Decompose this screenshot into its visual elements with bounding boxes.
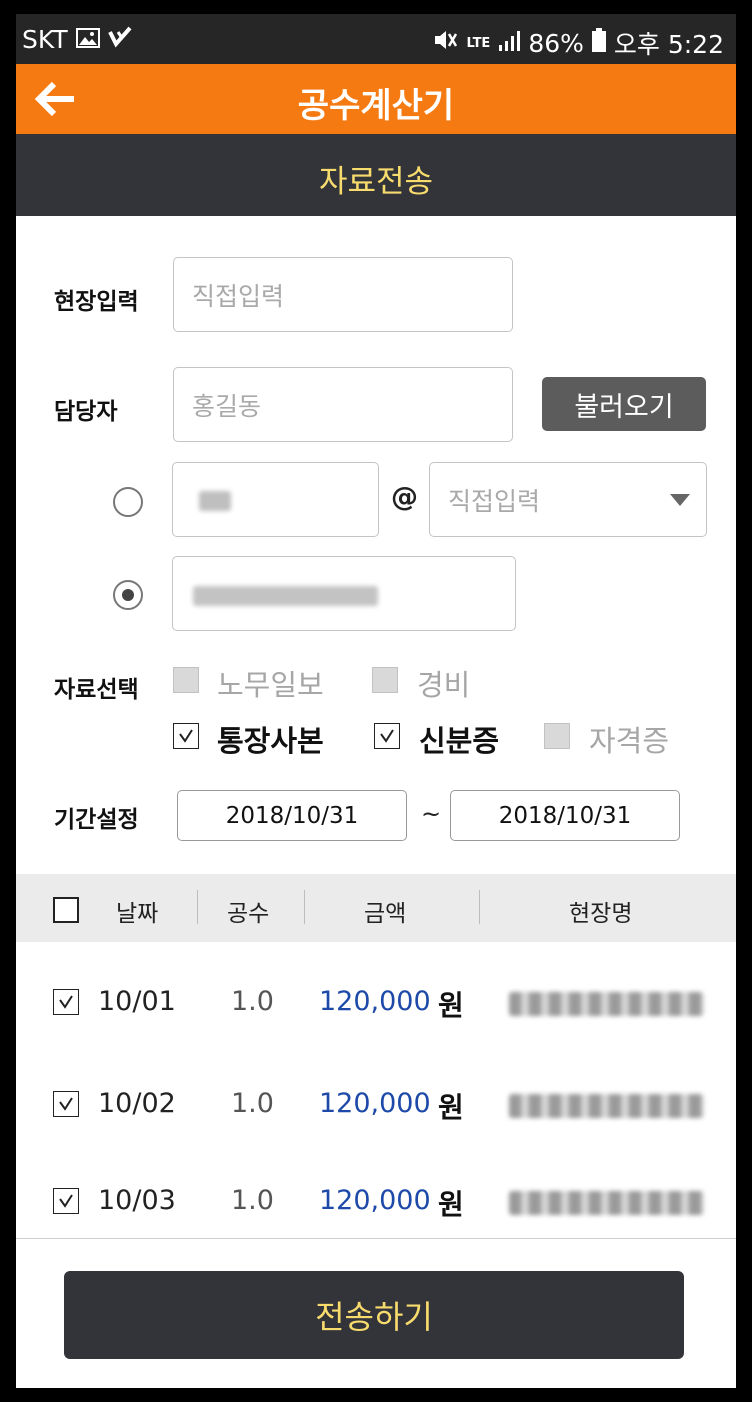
redacted-site-name [509, 1094, 704, 1118]
redacted-site-name [509, 992, 704, 1016]
option-id-card-label: 신분증 [419, 724, 500, 758]
send-button[interactable]: 전송하기 [64, 1271, 684, 1359]
clock: 오후 5:22 [613, 30, 724, 59]
redacted-site-name [509, 1191, 704, 1215]
row-date: 10/02 [98, 1088, 176, 1119]
check-icon [179, 729, 193, 743]
status-right: LTE 86% 오후 5:22 [432, 25, 724, 61]
header-divider [304, 890, 305, 924]
app-title: 공수계산기 [297, 86, 455, 126]
row-gongsu: 1.0 [231, 986, 274, 1017]
table-header: 날짜 공수 금액 현장명 [16, 874, 736, 942]
battery-percent: 86% [528, 28, 584, 58]
row-date: 10/03 [98, 1185, 176, 1216]
redacted-email-id [199, 491, 231, 511]
select-all-checkbox[interactable] [53, 897, 79, 923]
app-screen: SKT LTE 86% 오후 5:22 공수계산기 자료전송 현장입력 직접입력… [16, 14, 736, 1388]
checkbox-expenses[interactable] [372, 667, 398, 693]
row-amount-unit: 원 [438, 989, 464, 1022]
header-divider [479, 890, 480, 924]
at-symbol: @ [391, 482, 418, 513]
email-domain-select[interactable]: 직접입력 [429, 462, 707, 537]
chevron-down-icon [670, 494, 690, 506]
footer-divider [16, 1238, 736, 1239]
row-date: 10/01 [98, 986, 176, 1017]
row-amount-unit: 원 [438, 1188, 464, 1221]
phone-input[interactable] [172, 556, 516, 631]
check-icon [59, 1097, 73, 1111]
check-icon [59, 1194, 73, 1208]
manager-input[interactable]: 홍길동 [173, 367, 513, 442]
checkbox-id-card[interactable] [374, 723, 400, 749]
header-gongsu: 공수 [227, 901, 270, 927]
network-type-label: LTE [466, 35, 491, 51]
checkbox-bankbook-copy[interactable] [173, 723, 199, 749]
app-bar: 공수계산기 [16, 64, 736, 134]
option-expenses-label: 경비 [417, 668, 471, 702]
manager-label: 담당자 [54, 399, 118, 425]
status-left: SKT [22, 25, 132, 54]
header-site-name: 현장명 [569, 901, 633, 927]
row-checkbox[interactable] [53, 1188, 79, 1214]
row-amount: 120,000 [319, 1088, 431, 1119]
image-notification-icon [75, 25, 100, 54]
status-bar: SKT LTE 86% 오후 5:22 [16, 14, 736, 64]
header-amount: 금액 [364, 901, 407, 927]
row-amount: 120,000 [319, 986, 431, 1017]
checkbox-labor-report[interactable] [173, 667, 199, 693]
redacted-phone-number [193, 586, 378, 606]
row-checkbox[interactable] [53, 989, 79, 1015]
row-gongsu: 1.0 [231, 1088, 274, 1119]
signal-icon [498, 29, 521, 58]
header-date: 날짜 [116, 901, 159, 927]
check-icon [59, 995, 73, 1009]
mute-icon [432, 28, 458, 58]
data-select-label: 자료선택 [54, 677, 139, 703]
load-button[interactable]: 불러오기 [542, 377, 706, 431]
phone-radio[interactable] [113, 580, 143, 610]
option-labor-report-label: 노무일보 [217, 668, 324, 702]
site-input[interactable]: 직접입력 [173, 257, 513, 332]
row-amount: 120,000 [319, 1185, 431, 1216]
battery-icon [591, 28, 606, 58]
row-gongsu: 1.0 [231, 1185, 274, 1216]
row-checkbox[interactable] [53, 1091, 79, 1117]
period-label: 기간설정 [54, 807, 139, 833]
option-certificate-label: 자격증 [589, 724, 670, 758]
date-range-separator: ~ [421, 800, 442, 828]
email-domain-value: 직접입력 [448, 486, 541, 516]
checkbox-certificate[interactable] [544, 723, 570, 749]
app-notification-icon [107, 25, 132, 54]
site-label: 현장입력 [54, 289, 139, 315]
carrier-label: SKT [22, 25, 68, 54]
email-id-input[interactable] [172, 462, 379, 537]
sub-header: 자료전송 [16, 134, 736, 216]
start-date-field[interactable]: 2018/10/31 [177, 790, 407, 841]
option-bankbook-copy-label: 통장사본 [217, 724, 324, 758]
check-icon [380, 729, 394, 743]
header-divider [197, 890, 198, 924]
email-radio[interactable] [113, 487, 143, 517]
end-date-field[interactable]: 2018/10/31 [450, 790, 680, 841]
row-amount-unit: 원 [438, 1091, 464, 1124]
page-title: 자료전송 [318, 164, 434, 200]
